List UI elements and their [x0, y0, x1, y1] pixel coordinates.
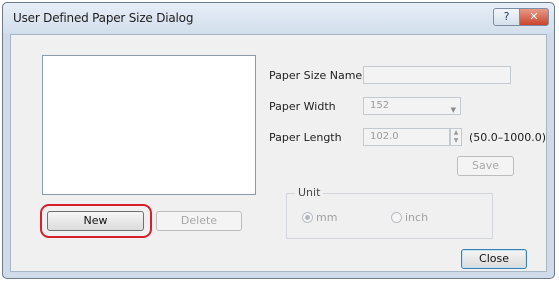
unit-group-title: Unit: [295, 186, 324, 199]
paper-length-spinner[interactable]: ▲ ▼: [450, 128, 462, 146]
new-button-label: New: [83, 214, 108, 227]
close-button-label: Close: [479, 252, 509, 265]
help-icon: ?: [503, 10, 510, 23]
close-button[interactable]: Close: [461, 249, 527, 269]
help-button[interactable]: ?: [493, 8, 520, 26]
delete-button[interactable]: Delete: [156, 211, 242, 231]
spin-up-icon[interactable]: ▲: [451, 129, 461, 137]
delete-button-label: Delete: [180, 214, 218, 227]
paper-length-label: Paper Length: [269, 131, 342, 144]
spin-down-icon[interactable]: ▼: [451, 137, 461, 145]
paper-width-select[interactable]: 152 ▼: [363, 97, 461, 115]
radio-selected-dot: [305, 215, 310, 220]
save-button[interactable]: Save: [457, 156, 514, 176]
paper-size-name-input[interactable]: [363, 66, 511, 84]
new-button[interactable]: New: [47, 211, 144, 231]
unit-mm-label: mm: [316, 211, 338, 224]
close-icon: ✕: [529, 10, 539, 23]
paper-length-input[interactable]: 102.0: [363, 128, 450, 146]
dialog-body: New Delete Paper Size Name Paper Width 1…: [10, 34, 547, 272]
paper-size-name-label: Paper Size Name: [269, 69, 363, 82]
paper-width-label: Paper Width: [269, 100, 336, 113]
paper-size-list[interactable]: [42, 55, 256, 195]
chevron-down-icon: ▼: [450, 106, 456, 114]
save-button-label: Save: [471, 159, 499, 172]
title-bar[interactable]: User Defined Paper Size Dialog ? ✕: [3, 3, 554, 33]
unit-mm-radio[interactable]: [302, 212, 313, 223]
paper-length-range: (50.0–1000.0): [469, 131, 547, 144]
dialog-window: User Defined Paper Size Dialog ? ✕ New D…: [2, 2, 555, 279]
paper-width-value: 152: [370, 100, 390, 111]
unit-inch-radio[interactable]: [391, 212, 402, 223]
unit-inch-label: inch: [405, 211, 429, 224]
dialog-title: User Defined Paper Size Dialog: [13, 11, 194, 25]
title-close-button[interactable]: ✕: [519, 8, 549, 26]
